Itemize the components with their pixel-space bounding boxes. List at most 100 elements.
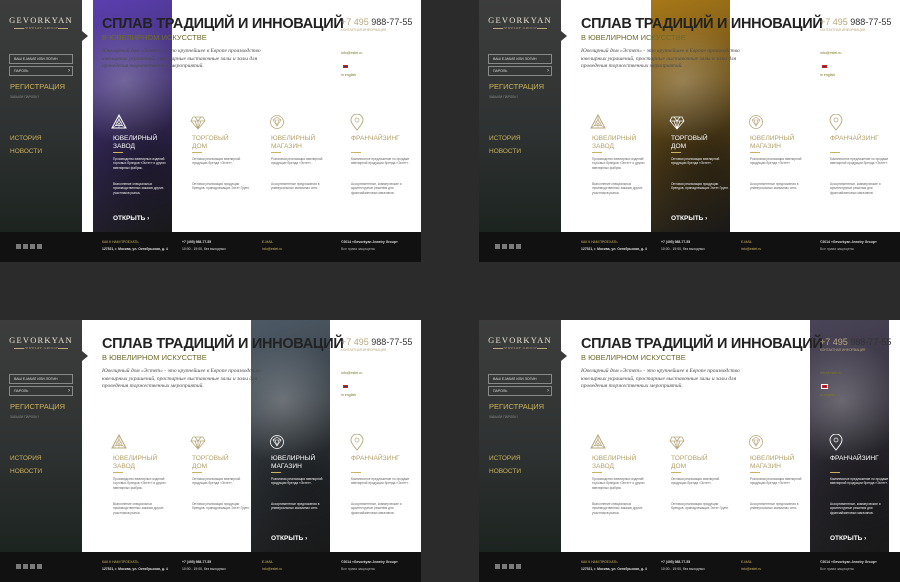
column-3[interactable]: ЮВЕЛИРНЫЙ МАГАЗИН Розничная реализация юве…: [251, 112, 330, 232]
contact-info-link[interactable]: КОНТАКТНАЯ ИНФОРМАЦИЯ: [820, 348, 865, 352]
vk-icon[interactable]: [509, 564, 514, 569]
pinterest-icon[interactable]: [516, 244, 521, 249]
column-3[interactable]: ЮВЕЛИРНЫЙ МАГАЗИН Розничная реализация юве…: [730, 112, 809, 232]
english-link[interactable]: in english: [820, 73, 835, 77]
nav-news[interactable]: НОВОСТИ: [10, 468, 42, 475]
footer-how-to-get[interactable]: КАК К НАМ ПРОЕХАТЬ: [581, 240, 618, 244]
facebook-icon[interactable]: [16, 564, 21, 569]
open-button[interactable]: ОТКРЫТЬ ›: [271, 535, 307, 542]
logo[interactable]: GEVORKYAN: [0, 15, 82, 25]
email-link[interactable]: info@estet.ru: [820, 371, 841, 375]
contact-info-link[interactable]: КОНТАКТНАЯ ИНФОРМАЦИЯ: [820, 28, 865, 32]
logo-subtitle: JEWELRY GROUP: [24, 346, 58, 350]
column-2[interactable]: ТОРГОВЫЙ ДОМ Оптовая реализация ювелирной …: [172, 432, 251, 552]
nav-history[interactable]: ИСТОРИЯ: [10, 135, 42, 142]
footer-email[interactable]: info@estet.ru: [741, 247, 761, 251]
logo[interactable]: GEVORKYAN: [0, 335, 82, 345]
footer-how-to-get[interactable]: КАК К НАМ ПРОЕХАТЬ: [102, 240, 139, 244]
forgot-password-link[interactable]: ЗАБЫЛИ ПАРОЛЬ?: [10, 415, 39, 419]
english-link[interactable]: in english: [341, 393, 356, 397]
jewel-store-icon: [748, 434, 764, 452]
twitter-icon[interactable]: [502, 244, 507, 249]
column-4[interactable]: ФРАНЧАЙЗИНГ Комплексное предложение по пр…: [331, 432, 410, 552]
nav-history[interactable]: ИСТОРИЯ: [489, 135, 521, 142]
pinterest-icon[interactable]: [37, 564, 42, 569]
password-field[interactable]: ПАРОЛЬ ›: [9, 66, 73, 76]
login-field[interactable]: ВАШ Е-МАИЛ ИЛИ ЛОГИН: [9, 374, 73, 384]
pinterest-icon[interactable]: [516, 564, 521, 569]
forgot-password-link[interactable]: ЗАБЫЛИ ПАРОЛЬ?: [489, 95, 518, 99]
register-link[interactable]: РЕГИСТРАЦИЯ: [489, 82, 544, 91]
uk-flag-icon[interactable]: [821, 64, 828, 69]
column-1[interactable]: ЮВЕЛИРНЫЙ ЗАВОД Производство ювелирных изд…: [93, 112, 172, 232]
column-3[interactable]: ЮВЕЛИРНЫЙ МАГАЗИН Розничная реализация юве…: [730, 432, 809, 552]
register-link[interactable]: РЕГИСТРАЦИЯ: [10, 82, 65, 91]
footer-how-to-get[interactable]: КАК К НАМ ПРОЕХАТЬ: [102, 560, 139, 564]
vk-icon[interactable]: [509, 244, 514, 249]
footer-email[interactable]: info@estet.ru: [262, 247, 282, 251]
email-link[interactable]: info@estet.ru: [820, 51, 841, 55]
footer-email[interactable]: info@estet.ru: [741, 567, 761, 571]
email-link[interactable]: info@estet.ru: [341, 371, 362, 375]
footer-email-label: E-MAIL: [741, 560, 753, 564]
twitter-icon[interactable]: [23, 244, 28, 249]
forgot-password-link[interactable]: ЗАБЫЛИ ПАРОЛЬ?: [10, 95, 39, 99]
column-4[interactable]: ФРАНЧАЙЗИНГ Комплексное предложение по пр…: [331, 112, 410, 232]
nav-news[interactable]: НОВОСТИ: [489, 468, 521, 475]
pinterest-icon[interactable]: [37, 244, 42, 249]
diamond-icon: [669, 114, 685, 132]
vk-icon[interactable]: [30, 564, 35, 569]
login-field[interactable]: ВАШ Е-МАИЛ ИЛИ ЛОГИН: [488, 374, 552, 384]
logo[interactable]: GEVORKYAN: [479, 15, 561, 25]
jewel-store-icon: [748, 114, 764, 132]
register-link[interactable]: РЕГИСТРАЦИЯ: [489, 402, 544, 411]
submit-chevron-icon[interactable]: ›: [68, 68, 70, 74]
open-button[interactable]: ОТКРЫТЬ ›: [113, 215, 149, 222]
open-button[interactable]: ОТКРЫТЬ ›: [830, 535, 866, 542]
uk-flag-icon[interactable]: [342, 384, 349, 389]
uk-flag-icon[interactable]: [821, 384, 828, 389]
contact-info-link[interactable]: КОНТАКТНАЯ ИНФОРМАЦИЯ: [341, 348, 386, 352]
column-2[interactable]: ТОРГОВЫЙ ДОМ Оптовая реализация ювелирной …: [651, 432, 730, 552]
twitter-icon[interactable]: [23, 564, 28, 569]
login-field[interactable]: ВАШ Е-МАИЛ ИЛИ ЛОГИН: [9, 54, 73, 64]
password-field[interactable]: ПАРОЛЬ ›: [488, 386, 552, 396]
open-button[interactable]: ОТКРЫТЬ ›: [671, 215, 707, 222]
logo[interactable]: GEVORKYAN: [479, 335, 561, 345]
column-4[interactable]: ФРАНЧАЙЗИНГ Комплексное предложение по пр…: [810, 432, 889, 552]
twitter-icon[interactable]: [502, 564, 507, 569]
uk-flag-icon[interactable]: [342, 64, 349, 69]
login-field[interactable]: ВАШ Е-МАИЛ ИЛИ ЛОГИН: [488, 54, 552, 64]
password-field[interactable]: ПАРОЛЬ ›: [9, 386, 73, 396]
footer-how-to-get[interactable]: КАК К НАМ ПРОЕХАТЬ: [581, 560, 618, 564]
column-1[interactable]: ЮВЕЛИРНЫЙ ЗАВОД Производство ювелирных изд…: [93, 432, 172, 552]
column-1[interactable]: ЮВЕЛИРНЫЙ ЗАВОД Производство ювелирных изд…: [572, 112, 651, 232]
facebook-icon[interactable]: [16, 244, 21, 249]
column-desc-2: Оптовая реализация продукции брендов, пр…: [671, 182, 729, 191]
english-link[interactable]: in english: [820, 393, 835, 397]
submit-chevron-icon[interactable]: ›: [547, 388, 549, 394]
footer-email[interactable]: info@estet.ru: [262, 567, 282, 571]
forgot-password-link[interactable]: ЗАБЫЛИ ПАРОЛЬ?: [489, 415, 518, 419]
column-2[interactable]: ТОРГОВЫЙ ДОМ Оптовая реализация ювелирной …: [651, 112, 730, 232]
footer-address: 127521, г. Москва, ул. Октябрьская, д. 4: [581, 247, 647, 251]
nav-news[interactable]: НОВОСТИ: [10, 148, 42, 155]
nav-history[interactable]: ИСТОРИЯ: [489, 455, 521, 462]
column-2[interactable]: ТОРГОВЫЙ ДОМ Оптовая реализация ювелирной …: [172, 112, 251, 232]
register-link[interactable]: РЕГИСТРАЦИЯ: [10, 402, 65, 411]
submit-chevron-icon[interactable]: ›: [547, 68, 549, 74]
facebook-icon[interactable]: [495, 564, 500, 569]
nav-history[interactable]: ИСТОРИЯ: [10, 455, 42, 462]
password-field[interactable]: ПАРОЛЬ ›: [488, 66, 552, 76]
english-link[interactable]: in english: [341, 73, 356, 77]
vk-icon[interactable]: [30, 244, 35, 249]
submit-chevron-icon[interactable]: ›: [68, 388, 70, 394]
column-4[interactable]: ФРАНЧАЙЗИНГ Комплексное предложение по пр…: [810, 112, 889, 232]
column-3[interactable]: ЮВЕЛИРНЫЙ МАГАЗИН Розничная реализация юве…: [251, 432, 330, 552]
column-1[interactable]: ЮВЕЛИРНЫЙ ЗАВОД Производство ювелирных изд…: [572, 432, 651, 552]
nav-news[interactable]: НОВОСТИ: [489, 148, 521, 155]
intro-text: Ювелирный дом «Эстет» - это крупнейшее в…: [581, 48, 740, 70]
facebook-icon[interactable]: [495, 244, 500, 249]
contact-info-link[interactable]: КОНТАКТНАЯ ИНФОРМАЦИЯ: [341, 28, 386, 32]
email-link[interactable]: info@estet.ru: [341, 51, 362, 55]
